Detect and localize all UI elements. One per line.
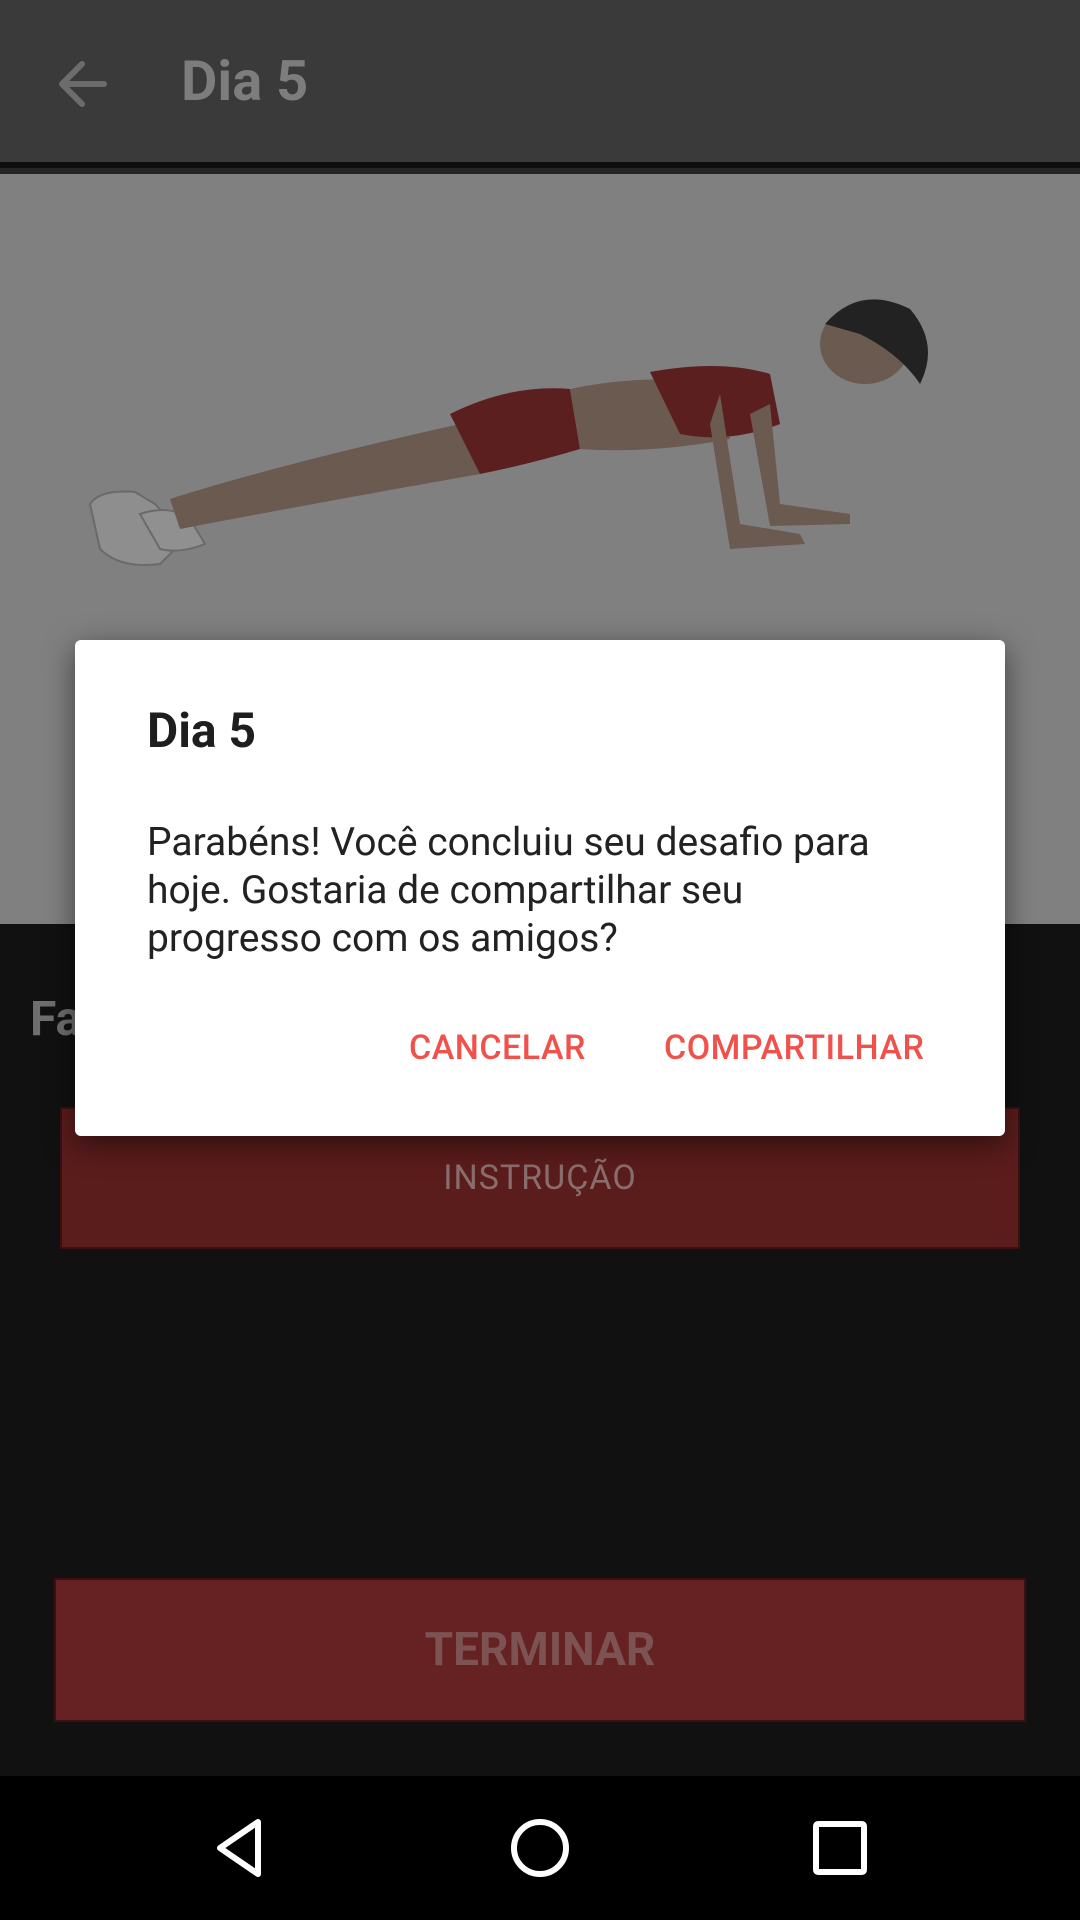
app-bar: Dia 5 — [0, 0, 1080, 168]
finish-button[interactable]: TERMINAR — [54, 1578, 1026, 1722]
home-circle-icon — [511, 1819, 569, 1877]
cancel-button[interactable]: CANCELAR — [409, 1028, 586, 1068]
share-progress-dialog: Dia 5 Parabéns! Você concluiu seu desafi… — [75, 640, 1005, 1136]
nav-back-button[interactable] — [204, 1812, 276, 1884]
back-triangle-icon — [217, 1819, 261, 1877]
nav-home-button[interactable] — [504, 1812, 576, 1884]
dialog-title: Dia 5 — [147, 702, 257, 759]
share-button[interactable]: COMPARTILHAR — [664, 1028, 924, 1068]
exercise-title: Fa — [30, 990, 82, 1047]
system-nav-bar — [0, 1776, 1080, 1920]
arrow-left-icon — [59, 61, 107, 107]
recents-square-icon — [813, 1821, 867, 1875]
back-button[interactable] — [46, 44, 126, 124]
page-title: Dia 5 — [181, 48, 309, 114]
dialog-message: Parabéns! Você concluiu seu desafio para… — [147, 819, 870, 961]
nav-recents-button[interactable] — [804, 1812, 876, 1884]
